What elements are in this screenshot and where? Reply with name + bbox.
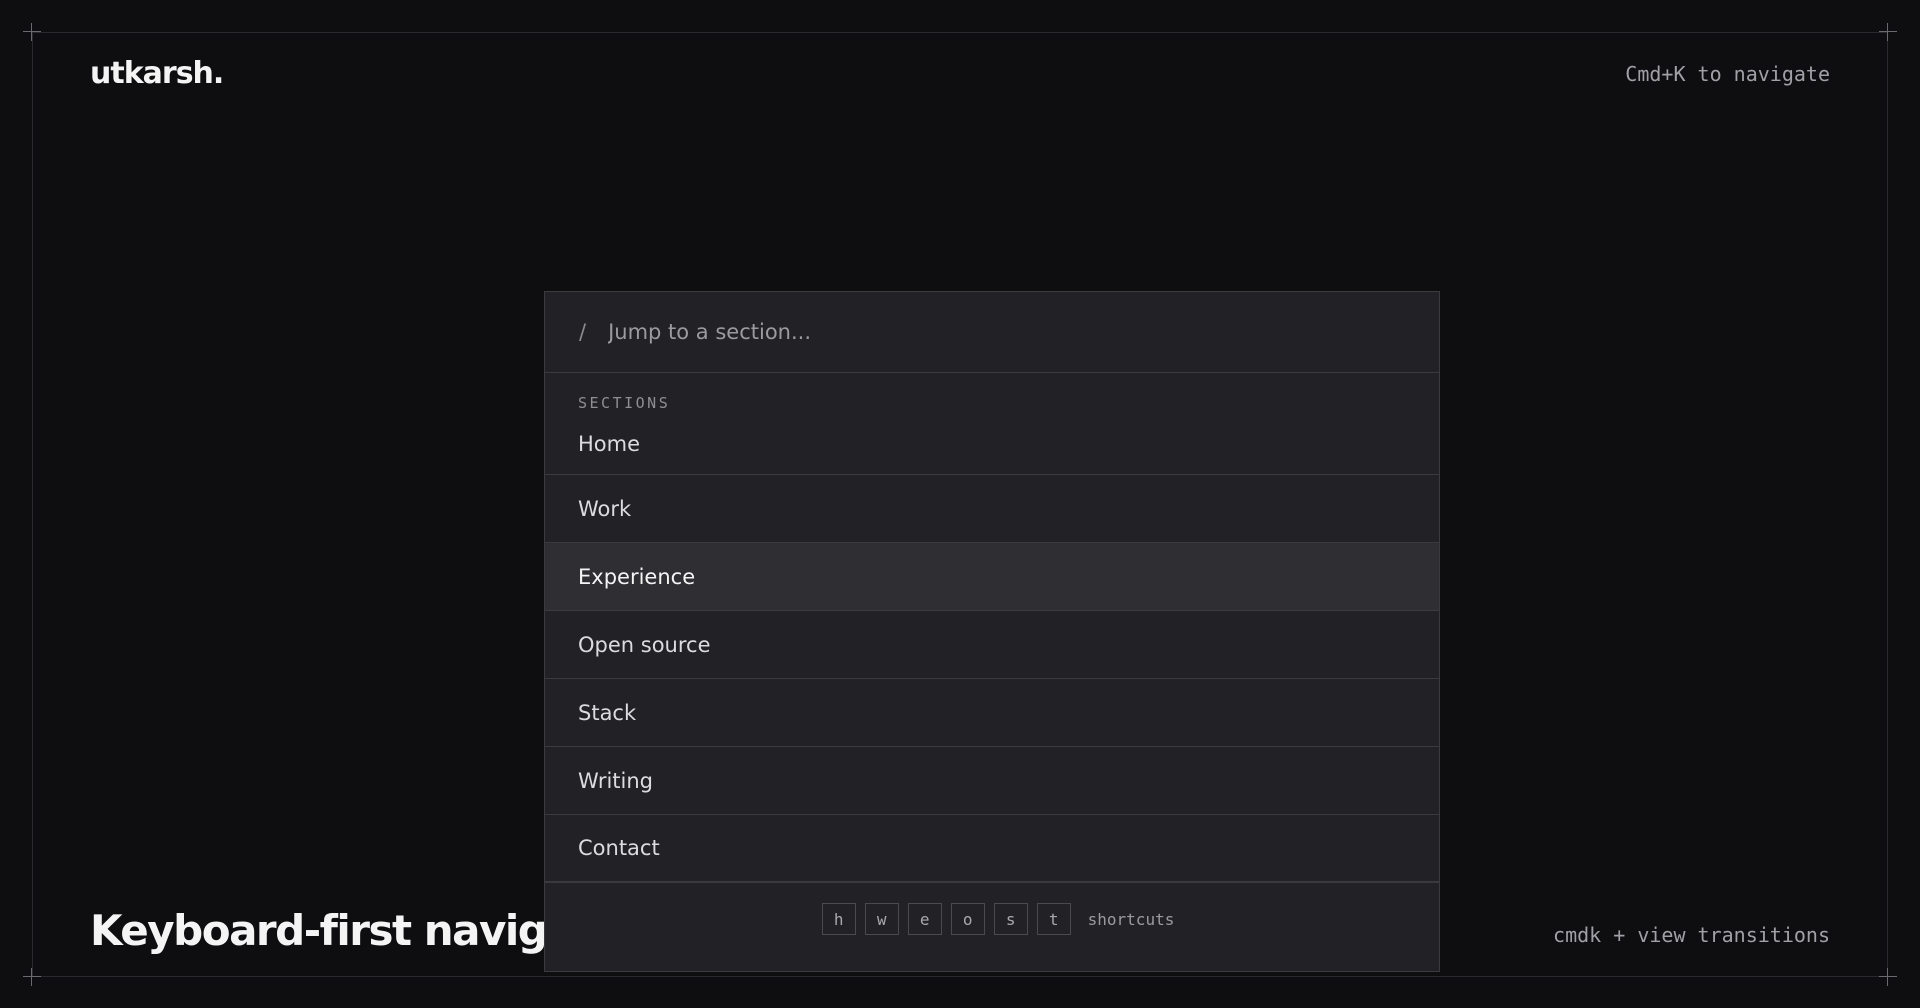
section-item-work[interactable]: Work xyxy=(545,475,1439,543)
shortcut-key-e: e xyxy=(907,903,942,935)
section-item-label: Contact xyxy=(578,836,660,860)
section-item-writing[interactable]: Writing xyxy=(545,747,1439,815)
sections-heading: SECTIONS xyxy=(578,394,671,412)
section-item-label: Work xyxy=(578,496,632,521)
slash-icon: / xyxy=(579,320,587,344)
section-list: Home Work Experience Open source Stack W… xyxy=(545,413,1439,883)
site-logo[interactable]: utkarsh. xyxy=(90,56,224,91)
navigate-hint: Cmd+K to navigate xyxy=(1625,62,1830,86)
section-item-label: Stack xyxy=(578,700,637,725)
section-item-label: Home xyxy=(578,431,641,456)
hero-tagline: cmdk + view transitions xyxy=(1553,923,1830,947)
shortcut-key-o: o xyxy=(950,903,985,935)
shortcuts-label: shortcuts xyxy=(1087,909,1175,929)
palette-footer: h w e o s t shortcuts xyxy=(545,883,1439,955)
section-item-open-source[interactable]: Open source xyxy=(545,611,1439,679)
section-item-contact[interactable]: Contact xyxy=(545,815,1439,883)
corner-crosshair-icon xyxy=(23,968,41,986)
shortcut-key-w: w xyxy=(864,903,899,935)
corner-crosshair-icon xyxy=(1879,23,1897,41)
section-item-label: Writing xyxy=(578,768,653,793)
corner-crosshair-icon xyxy=(23,23,41,41)
section-item-label: Experience xyxy=(578,564,696,589)
shortcut-key-h: h xyxy=(821,903,856,935)
corner-crosshair-icon xyxy=(1879,968,1897,986)
shortcut-key-s: s xyxy=(993,903,1028,935)
section-item-label: Open source xyxy=(578,632,711,657)
section-item-home[interactable]: Home xyxy=(545,413,1439,475)
section-item-experience[interactable]: Experience xyxy=(545,543,1439,611)
palette-search-bar: / xyxy=(545,292,1439,373)
section-item-stack[interactable]: Stack xyxy=(545,679,1439,747)
command-palette: / SECTIONS Home Work Experience Open sou… xyxy=(544,291,1440,972)
palette-search-input[interactable] xyxy=(608,320,1309,344)
shortcut-key-t: t xyxy=(1036,903,1071,935)
